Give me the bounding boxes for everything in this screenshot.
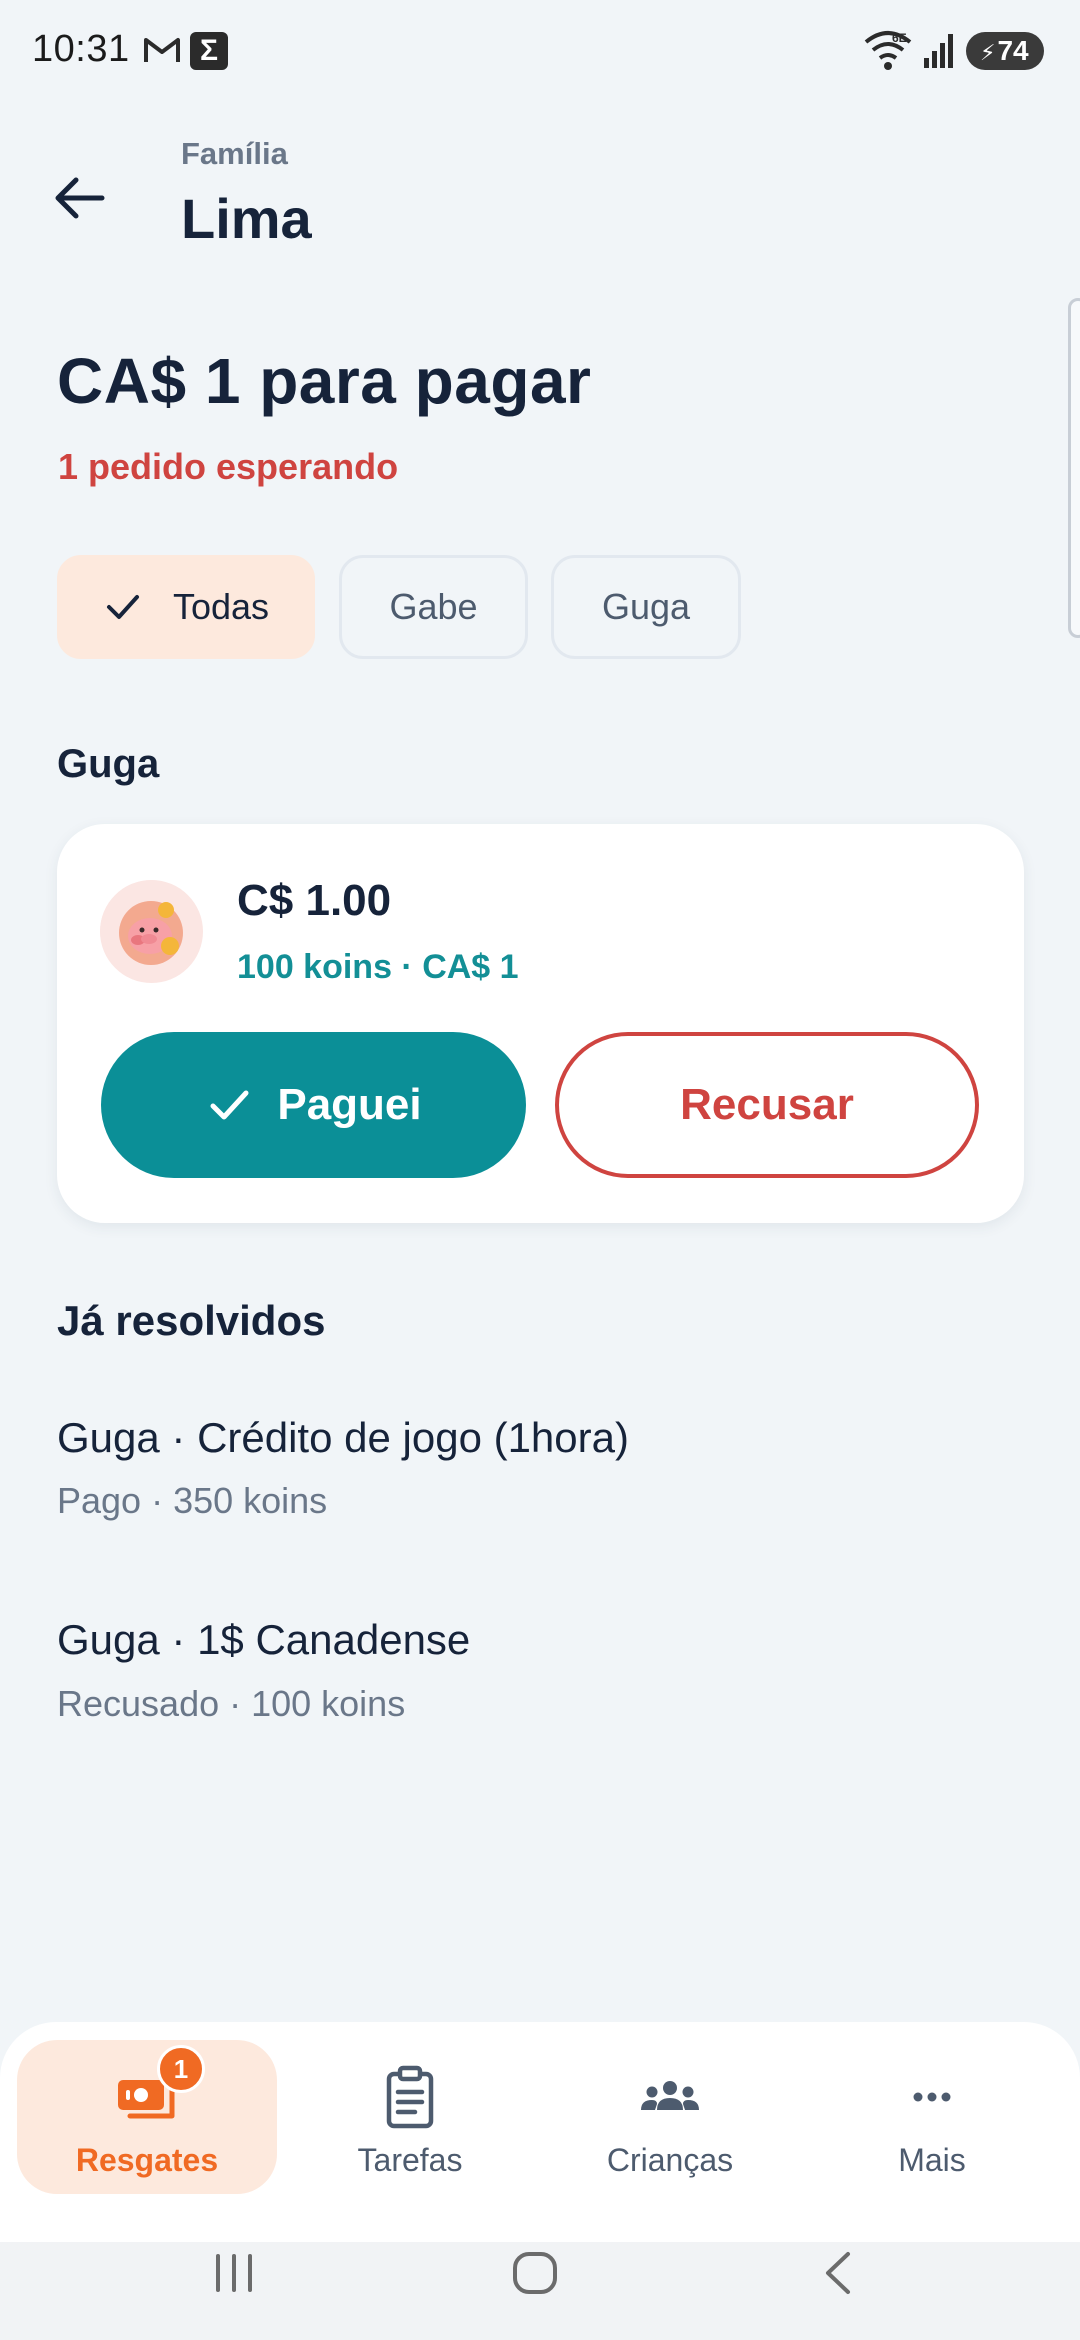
- notification-badge: 1: [157, 2045, 205, 2093]
- battery-indicator: ⚡74: [966, 32, 1044, 70]
- people-icon: [641, 2081, 699, 2110]
- resolved-section-title: Já resolvidos: [57, 1297, 326, 1344]
- nav-label: Resgates: [75, 2142, 219, 2178]
- back-arrow-icon[interactable]: [40, 160, 120, 240]
- resolved-item-subtitle: Pago · 350 koins: [57, 1480, 328, 1521]
- piggy-bank-icon: [100, 880, 203, 983]
- child-section-title: Guga: [57, 742, 160, 786]
- filter-chip-label: Guga: [601, 586, 691, 627]
- filter-chip-label: Gabe: [389, 586, 478, 627]
- scrollbar[interactable]: [1068, 298, 1080, 638]
- filter-chip-all[interactable]: Todas: [57, 555, 315, 659]
- clipboard-icon: [386, 2065, 434, 2129]
- more-icon: [913, 2092, 951, 2102]
- paid-button[interactable]: Paguei: [101, 1032, 526, 1178]
- recent-apps-icon[interactable]: [210, 2248, 266, 2298]
- charging-icon: ⚡: [980, 40, 996, 65]
- pending-requests-text: 1 pedido esperando: [58, 446, 399, 487]
- family-name: Lima: [181, 187, 312, 250]
- status-time: 10:31: [32, 28, 130, 70]
- check-icon: [210, 1090, 249, 1120]
- nav-label: Crianças: [606, 2142, 734, 2178]
- battery-level: 74: [997, 35, 1029, 66]
- nav-item-mais[interactable]: Mais: [802, 2040, 1062, 2194]
- wifi-6e-label: 6E: [892, 31, 907, 45]
- reward-title: C$ 1.00: [237, 876, 392, 925]
- resolved-item-subtitle: Recusado · 100 koins: [57, 1683, 406, 1724]
- amount-to-pay-title: CA$ 1 para pagar: [57, 345, 592, 417]
- wifi-icon: 6E: [864, 31, 912, 70]
- filter-chip-guga[interactable]: Guga: [551, 555, 741, 659]
- nav-item-tarefas[interactable]: Tarefas: [280, 2040, 540, 2194]
- resolved-item-title[interactable]: Guga · Crédito de jogo (1hora): [57, 1414, 629, 1462]
- nav-item-criancas[interactable]: Crianças: [540, 2040, 800, 2194]
- check-icon: [106, 595, 139, 619]
- refuse-button-label: Recusar: [680, 1080, 854, 1129]
- sigma-app-icon: Σ: [190, 32, 228, 70]
- paid-button-label: Paguei: [277, 1080, 422, 1129]
- filter-chip-label: Todas: [172, 586, 270, 627]
- system-back-icon[interactable]: [818, 2248, 858, 2298]
- gmail-icon: [144, 38, 180, 62]
- nav-item-resgates[interactable]: Resgates: [17, 2040, 277, 2194]
- refuse-button[interactable]: Recusar: [555, 1032, 979, 1178]
- filter-chip-gabe[interactable]: Gabe: [339, 555, 528, 659]
- family-label: Família: [181, 136, 288, 171]
- nav-label: Mais: [898, 2142, 966, 2178]
- home-icon[interactable]: [510, 2248, 560, 2298]
- signal-icon: [924, 34, 953, 68]
- nav-label: Tarefas: [357, 2142, 463, 2178]
- resolved-item-title[interactable]: Guga · 1$ Canadense: [57, 1616, 470, 1664]
- reward-cost: 100 koins · CA$ 1: [237, 948, 519, 986]
